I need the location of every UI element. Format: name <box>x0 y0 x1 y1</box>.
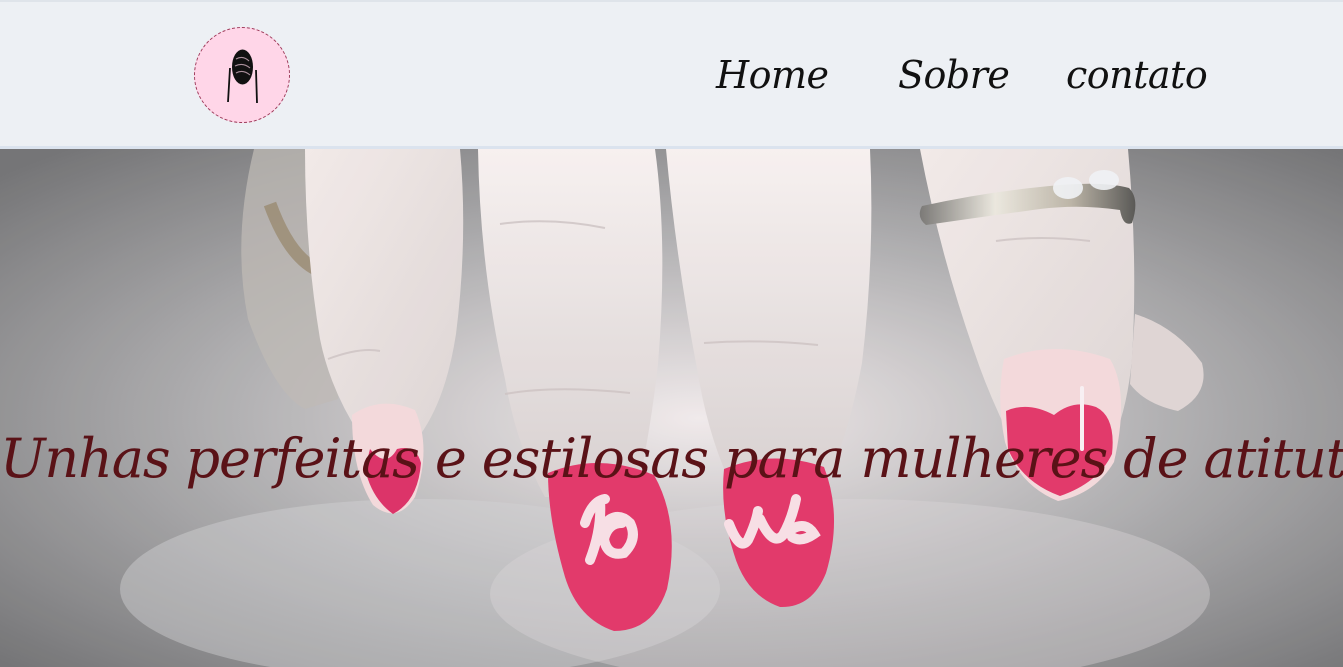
logo[interactable] <box>194 27 290 123</box>
hand-with-love-nails-photo <box>0 149 1343 667</box>
nav-contato-link[interactable]: contato <box>1066 46 1208 104</box>
hero-title: Unhas perfeitas e estilosas para mulhere… <box>0 427 1343 490</box>
nav-sobre-link[interactable]: Sobre <box>898 46 1010 104</box>
nail-icon <box>227 49 258 104</box>
nav-home-link[interactable]: Home <box>716 46 829 104</box>
hero-section: Unhas perfeitas e estilosas para mulhere… <box>0 149 1343 667</box>
site-header: Home Sobre contato <box>0 0 1343 149</box>
